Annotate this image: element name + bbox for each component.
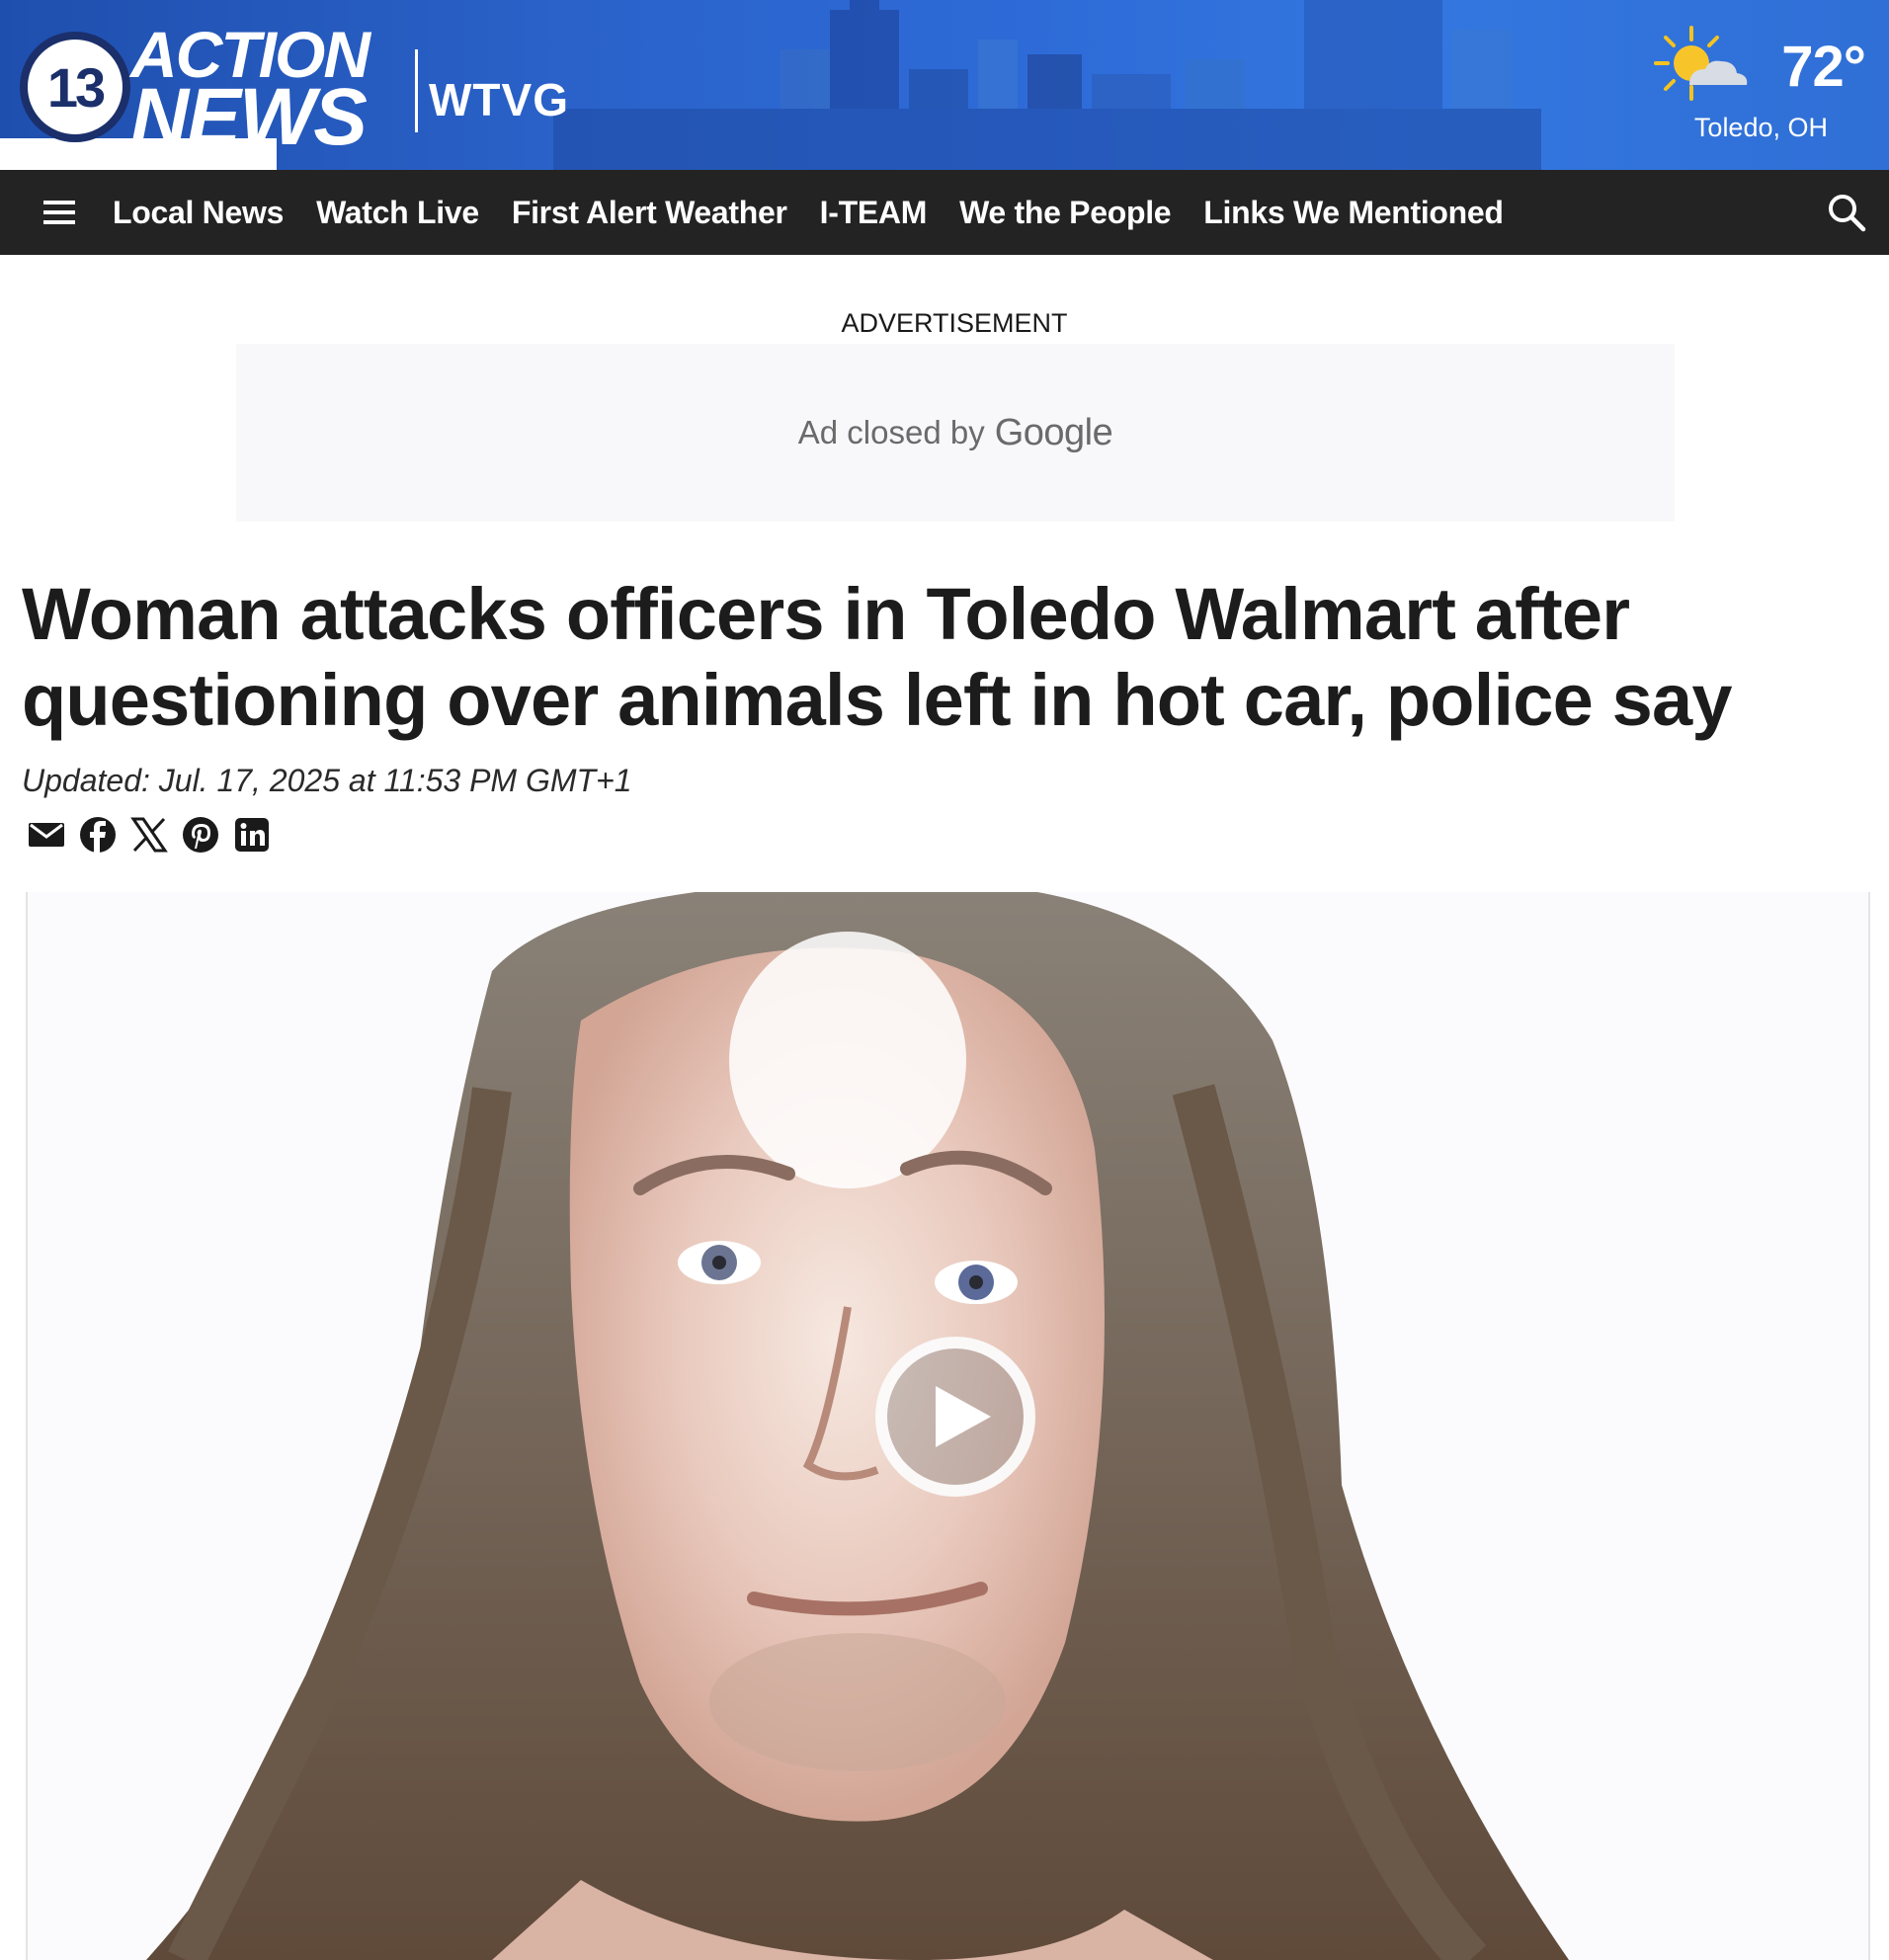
nav-item-first-alert-weather[interactable]: First Alert Weather [512, 195, 787, 231]
article-updated-timestamp: Updated: Jul. 17, 2025 at 11:53 PM GMT+1 [22, 763, 632, 798]
facebook-icon[interactable] [77, 812, 119, 858]
logo-divider [415, 49, 418, 132]
channel-number-badge: 13 [20, 32, 130, 142]
linkedin-icon[interactable] [231, 812, 273, 858]
main-nav: Local News Watch Live First Alert Weathe… [0, 170, 1889, 255]
call-sign: WTVG [429, 74, 569, 125]
search-icon[interactable] [1826, 192, 1867, 233]
nav-item-watch-live[interactable]: Watch Live [316, 195, 479, 231]
article-headline: Woman attacks officers in Toledo Walmart… [22, 573, 1733, 741]
station-logo[interactable]: 13 ACTION NEWS WTVG [20, 22, 573, 158]
nav-item-we-the-people[interactable]: We the People [959, 195, 1172, 231]
weather-location: Toledo, OH [1693, 113, 1828, 142]
ad-closed-text: Ad closed by [797, 414, 985, 450]
play-icon[interactable] [875, 1337, 1035, 1497]
ad-slot: Ad closed by Google [236, 344, 1675, 522]
city-skyline-image [553, 0, 1541, 170]
nav-item-i-team[interactable]: I-TEAM [820, 195, 928, 231]
nav-item-links-we-mentioned[interactable]: Links We Mentioned [1203, 195, 1504, 231]
nav-item-local-news[interactable]: Local News [113, 195, 284, 231]
partly-sunny-icon [1654, 26, 1748, 101]
article-hero-video[interactable] [26, 892, 1870, 1960]
advertisement-label: ADVERTISEMENT [841, 308, 1068, 338]
channel-number: 13 [46, 55, 106, 119]
logo-news-text: NEWS [130, 72, 368, 162]
hamburger-menu-icon[interactable] [0, 170, 119, 255]
ad-provider-name: Google [994, 411, 1113, 453]
weather-widget[interactable]: 72° Toledo, OH [1652, 24, 1869, 152]
site-header: 13 ACTION NEWS WTVG 72° Toledo, OH [0, 0, 1889, 170]
pinterest-icon[interactable] [180, 812, 221, 858]
share-bar [26, 812, 273, 858]
x-icon[interactable] [128, 812, 170, 858]
email-icon[interactable] [26, 812, 67, 858]
weather-temperature: 72° [1781, 35, 1866, 99]
